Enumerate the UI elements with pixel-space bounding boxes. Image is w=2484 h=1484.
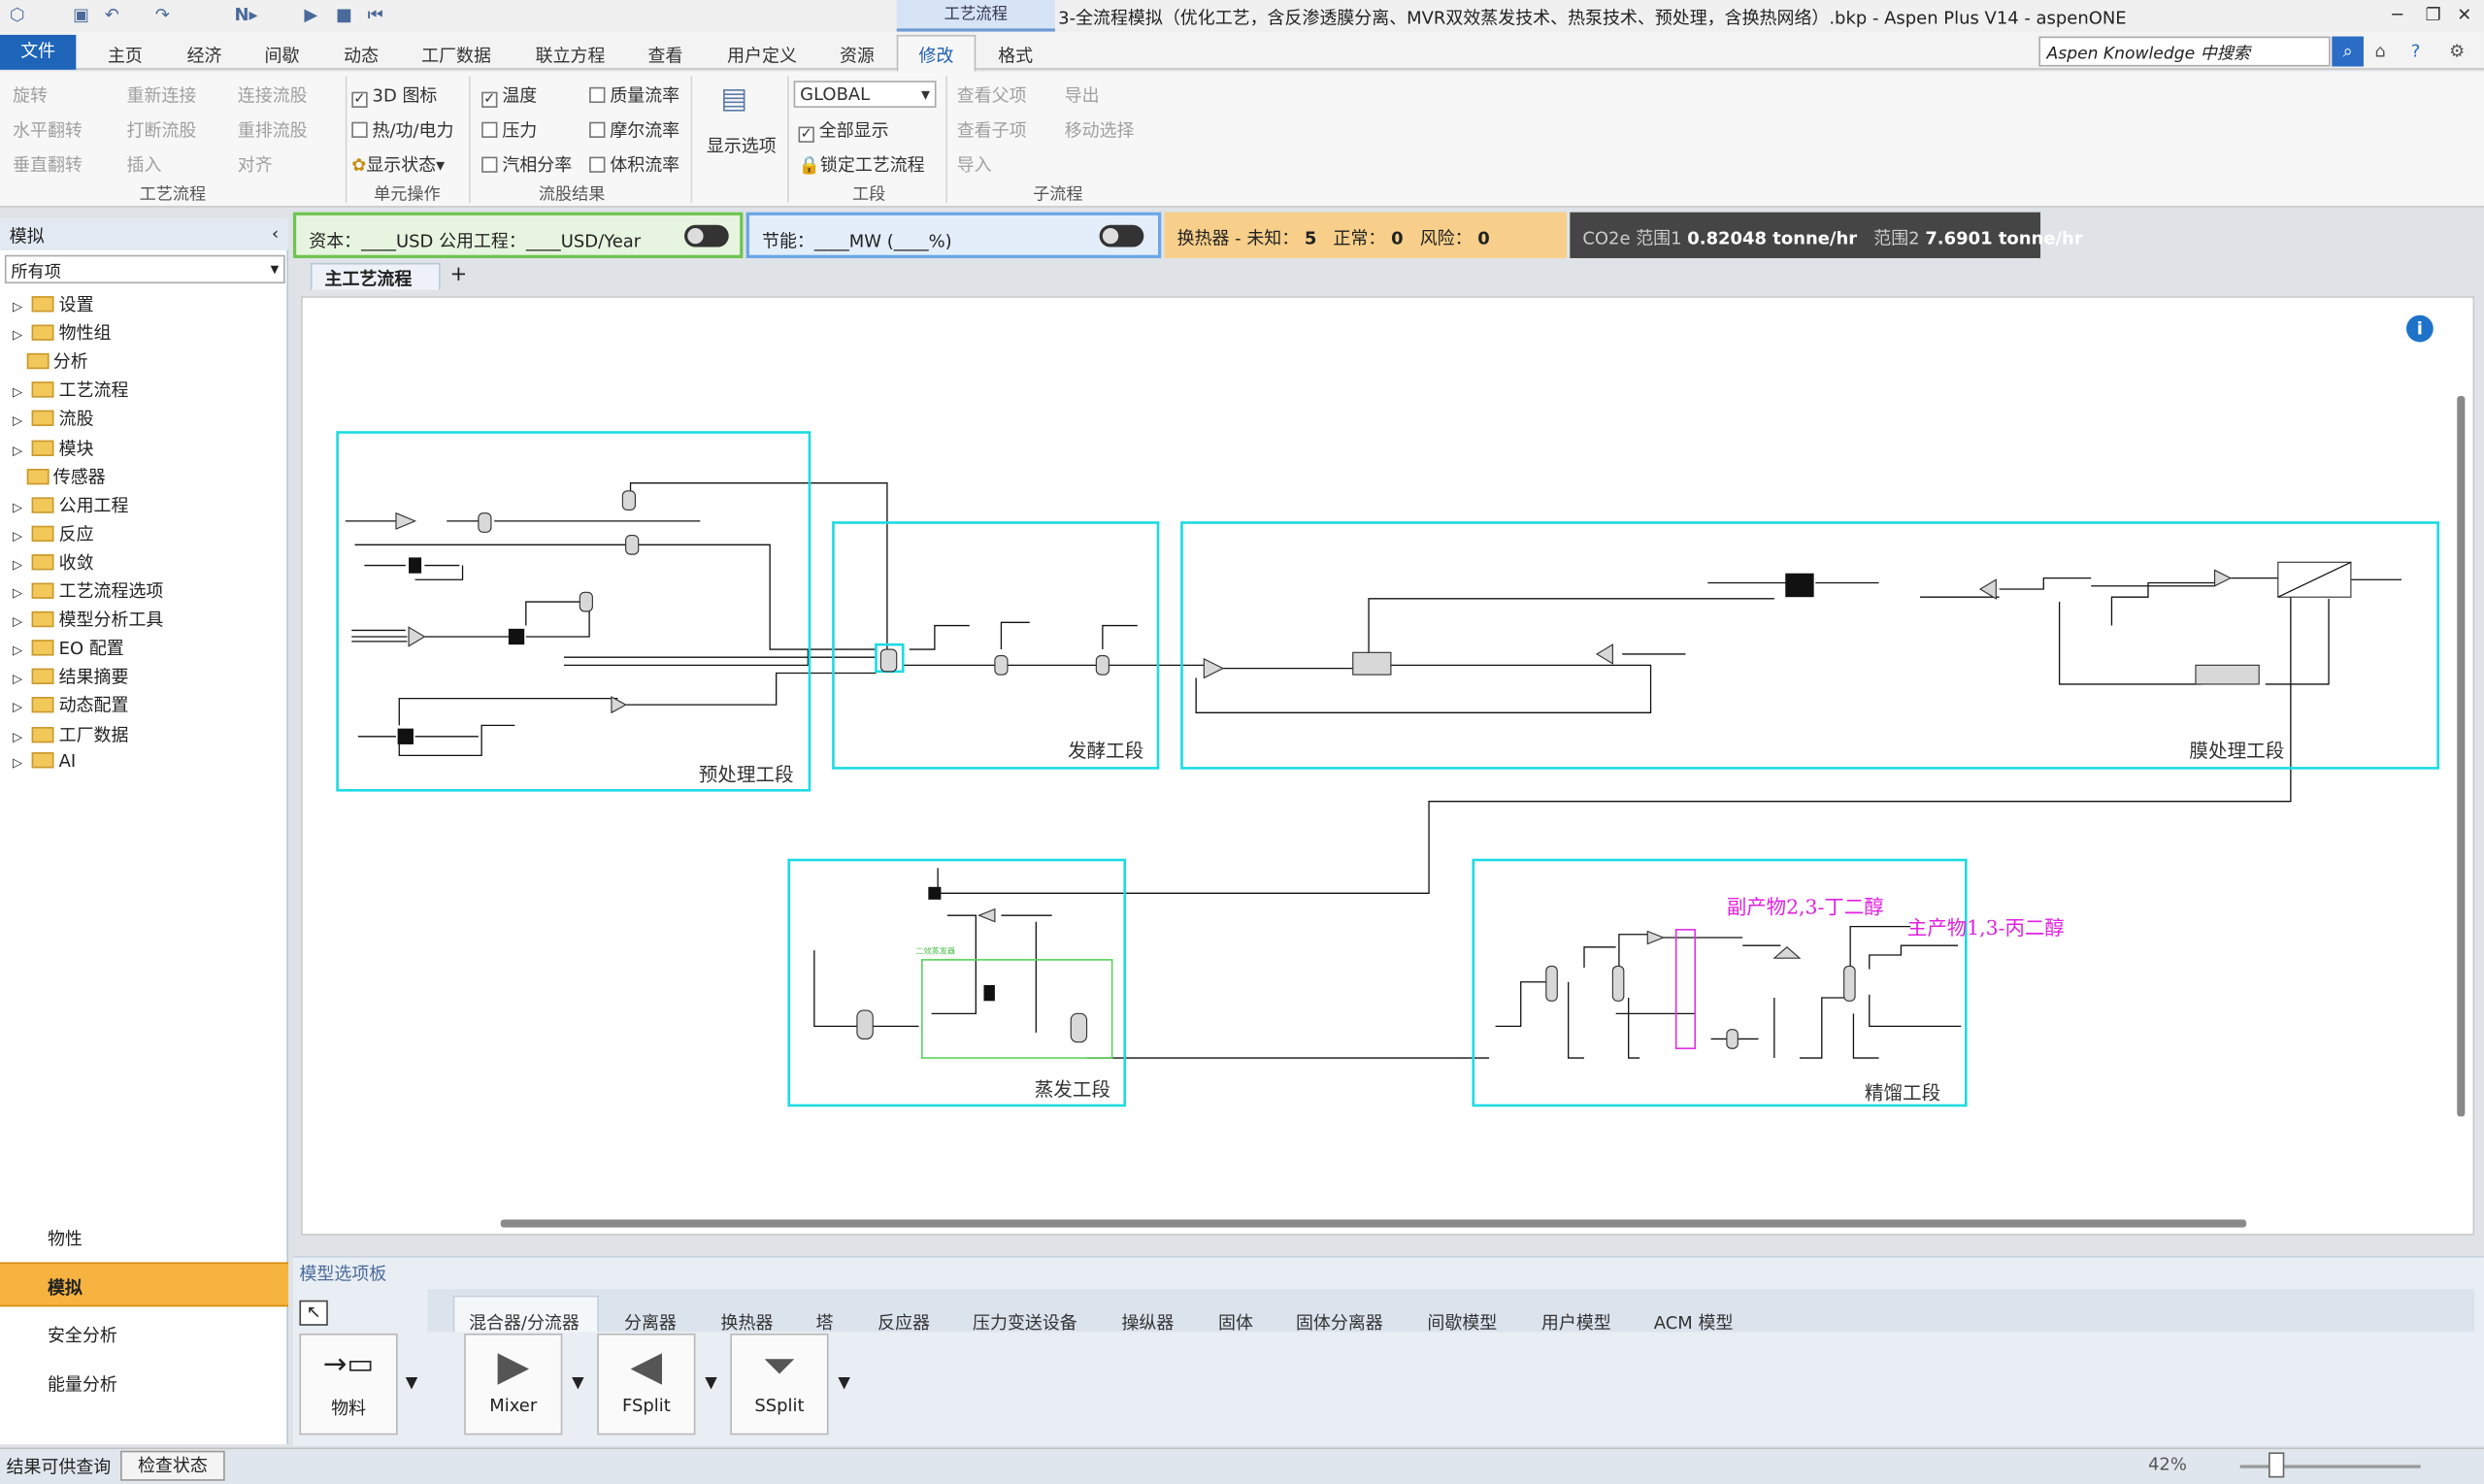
section-box-evaporation: [787, 858, 1127, 1107]
palette-tab-solids-separators[interactable]: 固体分离器: [1296, 1309, 1383, 1335]
dropdown-icon[interactable]: ▼: [406, 1374, 418, 1392]
section-label-pretreatment: 预处理工段: [698, 763, 794, 786]
section-label-membrane: 膜处理工段: [2189, 740, 2285, 762]
pointer-tool-icon[interactable]: ↖: [299, 1300, 328, 1326]
dropdown-icon[interactable]: ▼: [572, 1374, 584, 1392]
status-bar: [0, 1447, 2484, 1484]
zoom-slider-handle[interactable]: [2269, 1452, 2285, 1478]
model-ssplit[interactable]: ⏷ SSplit: [730, 1333, 829, 1435]
palette-tab-columns[interactable]: 塔: [815, 1309, 833, 1335]
dropdown-icon[interactable]: ▼: [705, 1374, 717, 1392]
byproduct-label: 副产物2,3-丁二醇: [1726, 894, 1884, 919]
palette-tab-pressure-changers[interactable]: 压力变送设备: [973, 1309, 1077, 1335]
zoom-level: 42%: [2147, 1453, 2187, 1475]
section-box-membrane: [1180, 521, 2439, 770]
check-status-button[interactable]: 检查状态: [120, 1450, 225, 1481]
palette-tab-solids[interactable]: 固体: [1218, 1309, 1253, 1335]
vscroll-thumb[interactable]: [2457, 395, 2466, 1117]
model-fsplit[interactable]: ◀ FSplit: [597, 1333, 696, 1435]
palette-tab-acm[interactable]: ACM 模型: [1654, 1309, 1734, 1335]
product-label: 主产物1,3-丙二醇: [1906, 915, 2065, 940]
dropdown-icon[interactable]: ▼: [838, 1374, 850, 1392]
status-text: 结果可供查询: [6, 1457, 112, 1478]
palette-tab-batch[interactable]: 间歇模型: [1427, 1309, 1497, 1335]
palette-tab-manipulators[interactable]: 操纵器: [1121, 1309, 1174, 1335]
section-label-distillation: 精馏工段: [1864, 1081, 1941, 1105]
mvr-tag: 二效蒸发器: [915, 946, 956, 957]
palette-title: 模型选项板: [299, 1264, 387, 1285]
palette-tab-separators[interactable]: 分离器: [624, 1309, 677, 1335]
section-label-evaporation: 蒸发工段: [1034, 1078, 1111, 1102]
palette-tab-exchangers[interactable]: 换热器: [721, 1309, 774, 1335]
zoom-slider[interactable]: [2239, 1465, 2421, 1468]
model-material-stream[interactable]: →▭ 物料: [299, 1333, 398, 1435]
model-mixer[interactable]: ▶ Mixer: [464, 1333, 563, 1435]
palette-tab-user-models[interactable]: 用户模型: [1541, 1309, 1611, 1335]
palette-tab-reactors[interactable]: 反应器: [878, 1309, 930, 1335]
section-label-fermentation: 发酵工段: [1067, 740, 1144, 762]
hscroll-thumb[interactable]: [500, 1219, 2247, 1228]
palette-tab-mixers[interactable]: 混合器/分流器: [469, 1309, 580, 1335]
